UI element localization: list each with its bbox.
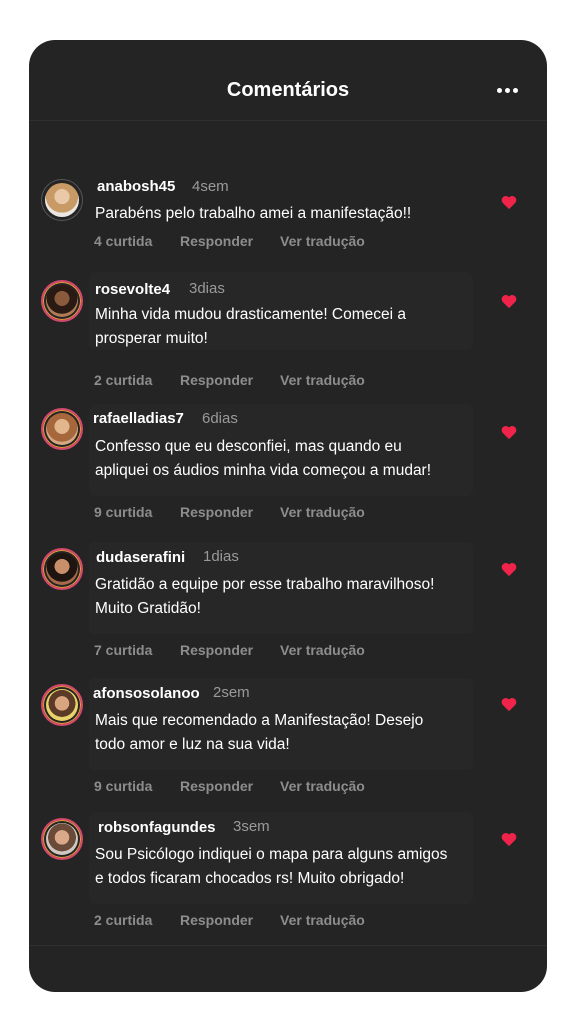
translate-button[interactable]: Ver tradução <box>280 642 365 658</box>
heart-icon[interactable] <box>501 562 517 577</box>
reply-button[interactable]: Responder <box>180 233 253 249</box>
username[interactable]: anabosh45 <box>97 178 175 195</box>
like-count[interactable]: 2 curtida <box>94 912 152 928</box>
timestamp: 1dias <box>203 548 239 565</box>
username[interactable]: afonsosolanoo <box>93 685 200 702</box>
comment-text: Minha vida mudou drasticamente! Comecei … <box>95 306 407 347</box>
reply-button[interactable]: Responder <box>180 912 253 928</box>
comment-text: Sou Psicólogo indiquei o mapa para algun… <box>95 846 448 887</box>
avatar[interactable] <box>41 684 83 726</box>
heart-icon[interactable] <box>501 425 517 440</box>
translate-button[interactable]: Ver tradução <box>280 912 365 928</box>
reply-button[interactable]: Responder <box>180 778 253 794</box>
like-count[interactable]: 7 curtida <box>94 642 152 658</box>
timestamp: 3sem <box>233 818 270 835</box>
timestamp: 3dias <box>189 280 225 297</box>
comment-text: Confesso que eu desconfiei, mas quando e… <box>95 438 432 479</box>
translate-button[interactable]: Ver tradução <box>280 372 365 388</box>
reply-button[interactable]: Responder <box>180 504 253 520</box>
reply-button[interactable]: Responder <box>180 642 253 658</box>
like-count[interactable]: 9 curtida <box>94 778 152 794</box>
reply-button[interactable]: Responder <box>180 372 253 388</box>
avatar[interactable] <box>41 818 83 860</box>
like-count[interactable]: 2 curtida <box>94 372 152 388</box>
avatar[interactable] <box>41 408 83 450</box>
username[interactable]: rafaelladias7 <box>93 410 184 427</box>
translate-button[interactable]: Ver tradução <box>280 233 365 249</box>
username[interactable]: robsonfagundes <box>98 819 216 836</box>
comment-text: Gratidão a equipe por esse trabalho mara… <box>95 576 435 617</box>
timestamp: 6dias <box>202 410 238 427</box>
timestamp: 4sem <box>192 178 229 195</box>
username[interactable]: dudaserafini <box>96 549 185 566</box>
avatar[interactable] <box>41 280 83 322</box>
translate-button[interactable]: Ver tradução <box>280 778 365 794</box>
avatar[interactable] <box>41 548 83 590</box>
heart-icon[interactable] <box>501 697 517 712</box>
comment-list: anabosh45 4sem Parabéns pelo trabalho am… <box>29 40 547 992</box>
like-count[interactable]: 4 curtida <box>94 233 152 249</box>
username[interactable]: rosevolte4 <box>95 281 170 298</box>
comments-screen: Comentários anabosh45 4sem Parabéns pelo… <box>29 40 547 992</box>
heart-icon[interactable] <box>501 832 517 847</box>
heart-icon[interactable] <box>501 195 517 210</box>
comment-text: Mais que recomendado a Manifestação! Des… <box>95 712 424 753</box>
like-count[interactable]: 9 curtida <box>94 504 152 520</box>
comment-text: Parabéns pelo trabalho amei a manifestaç… <box>95 205 412 222</box>
timestamp: 2sem <box>213 684 250 701</box>
heart-icon[interactable] <box>501 294 517 309</box>
divider <box>29 945 547 946</box>
avatar[interactable] <box>41 179 83 221</box>
translate-button[interactable]: Ver tradução <box>280 504 365 520</box>
